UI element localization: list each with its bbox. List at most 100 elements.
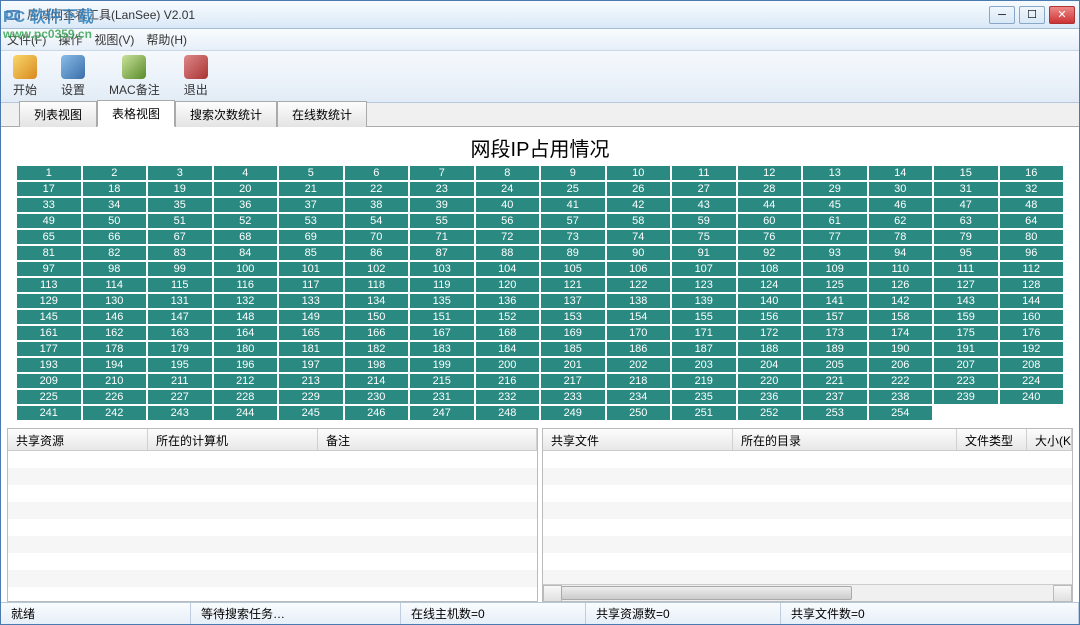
ip-cell[interactable]: 235: [672, 390, 736, 404]
ip-cell[interactable]: 178: [83, 342, 147, 356]
ip-cell[interactable]: 93: [803, 246, 867, 260]
ip-cell[interactable]: 40: [476, 198, 540, 212]
ip-cell[interactable]: 133: [279, 294, 343, 308]
ip-cell[interactable]: 163: [148, 326, 212, 340]
ip-cell[interactable]: 223: [934, 374, 998, 388]
ip-cell[interactable]: 112: [1000, 262, 1064, 276]
maximize-button[interactable]: ☐: [1019, 6, 1045, 24]
ip-cell[interactable]: 148: [214, 310, 278, 324]
ip-cell[interactable]: 73: [541, 230, 605, 244]
ip-cell[interactable]: 97: [17, 262, 81, 276]
ip-cell[interactable]: 94: [869, 246, 933, 260]
ip-cell[interactable]: 60: [738, 214, 802, 228]
ip-cell[interactable]: 49: [17, 214, 81, 228]
ip-cell[interactable]: 100: [214, 262, 278, 276]
col-computer[interactable]: 所在的计算机: [148, 429, 318, 450]
ip-cell[interactable]: 248: [476, 406, 540, 420]
ip-cell[interactable]: 177: [17, 342, 81, 356]
tab-searchcount[interactable]: 搜索次数统计: [175, 101, 277, 127]
ip-cell[interactable]: 254: [869, 406, 933, 420]
ip-cell[interactable]: 90: [607, 246, 671, 260]
ip-cell[interactable]: 145: [17, 310, 81, 324]
ip-cell[interactable]: 96: [1000, 246, 1064, 260]
ip-cell[interactable]: 197: [279, 358, 343, 372]
ip-cell[interactable]: 141: [803, 294, 867, 308]
menu-operation[interactable]: 操作: [58, 31, 82, 48]
ip-cell[interactable]: 101: [279, 262, 343, 276]
ip-cell[interactable]: 29: [803, 182, 867, 196]
ip-cell[interactable]: 238: [869, 390, 933, 404]
ip-cell[interactable]: 179: [148, 342, 212, 356]
ip-cell[interactable]: 120: [476, 278, 540, 292]
ip-cell[interactable]: 46: [869, 198, 933, 212]
ip-cell[interactable]: 7: [410, 166, 474, 180]
col-shared-file[interactable]: 共享文件: [543, 429, 733, 450]
close-button[interactable]: ✕: [1049, 6, 1075, 24]
ip-cell[interactable]: 65: [17, 230, 81, 244]
ip-cell[interactable]: 123: [672, 278, 736, 292]
ip-cell[interactable]: 122: [607, 278, 671, 292]
ip-cell[interactable]: 57: [541, 214, 605, 228]
ip-cell[interactable]: 175: [934, 326, 998, 340]
ip-cell[interactable]: 134: [345, 294, 409, 308]
ip-cell[interactable]: 189: [803, 342, 867, 356]
settings-button[interactable]: 设置: [61, 55, 85, 98]
ip-cell[interactable]: 103: [410, 262, 474, 276]
ip-cell[interactable]: 185: [541, 342, 605, 356]
ip-cell[interactable]: 23: [410, 182, 474, 196]
tab-onlinecount[interactable]: 在线数统计: [277, 101, 367, 127]
ip-cell[interactable]: 25: [541, 182, 605, 196]
ip-cell[interactable]: 32: [1000, 182, 1064, 196]
ip-cell[interactable]: 195: [148, 358, 212, 372]
ip-cell[interactable]: 66: [83, 230, 147, 244]
ip-cell[interactable]: 78: [869, 230, 933, 244]
ip-cell[interactable]: 139: [672, 294, 736, 308]
ip-cell[interactable]: 12: [738, 166, 802, 180]
ip-cell[interactable]: 125: [803, 278, 867, 292]
ip-cell[interactable]: 214: [345, 374, 409, 388]
ip-cell[interactable]: 47: [934, 198, 998, 212]
ip-cell[interactable]: 193: [17, 358, 81, 372]
col-shared-resource[interactable]: 共享资源: [8, 429, 148, 450]
ip-cell[interactable]: 5: [279, 166, 343, 180]
ip-cell[interactable]: 240: [1000, 390, 1064, 404]
ip-cell[interactable]: 107: [672, 262, 736, 276]
ip-cell[interactable]: 1: [17, 166, 81, 180]
ip-cell[interactable]: 244: [214, 406, 278, 420]
ip-cell[interactable]: 136: [476, 294, 540, 308]
ip-cell[interactable]: 21: [279, 182, 343, 196]
ip-cell[interactable]: 74: [607, 230, 671, 244]
ip-cell[interactable]: 121: [541, 278, 605, 292]
ip-cell[interactable]: 203: [672, 358, 736, 372]
ip-cell[interactable]: 160: [1000, 310, 1064, 324]
ip-cell[interactable]: 181: [279, 342, 343, 356]
ip-cell[interactable]: 77: [803, 230, 867, 244]
ip-cell[interactable]: 147: [148, 310, 212, 324]
ip-cell[interactable]: 115: [148, 278, 212, 292]
ip-cell[interactable]: 146: [83, 310, 147, 324]
ip-cell[interactable]: 113: [17, 278, 81, 292]
ip-cell[interactable]: 109: [803, 262, 867, 276]
ip-cell[interactable]: 117: [279, 278, 343, 292]
ip-cell[interactable]: 15: [934, 166, 998, 180]
ip-cell[interactable]: 173: [803, 326, 867, 340]
ip-cell[interactable]: 76: [738, 230, 802, 244]
ip-cell[interactable]: 53: [279, 214, 343, 228]
ip-cell[interactable]: 230: [345, 390, 409, 404]
ip-cell[interactable]: 161: [17, 326, 81, 340]
ip-cell[interactable]: 70: [345, 230, 409, 244]
ip-cell[interactable]: 236: [738, 390, 802, 404]
ip-cell[interactable]: 190: [869, 342, 933, 356]
ip-cell[interactable]: 111: [934, 262, 998, 276]
ip-cell[interactable]: 229: [279, 390, 343, 404]
ip-cell[interactable]: 10: [607, 166, 671, 180]
ip-cell[interactable]: 151: [410, 310, 474, 324]
ip-cell[interactable]: 210: [83, 374, 147, 388]
ip-cell[interactable]: 194: [83, 358, 147, 372]
ip-cell[interactable]: 104: [476, 262, 540, 276]
ip-cell[interactable]: 150: [345, 310, 409, 324]
ip-cell[interactable]: 245: [279, 406, 343, 420]
ip-cell[interactable]: 188: [738, 342, 802, 356]
ip-cell[interactable]: 187: [672, 342, 736, 356]
ip-cell[interactable]: 162: [83, 326, 147, 340]
